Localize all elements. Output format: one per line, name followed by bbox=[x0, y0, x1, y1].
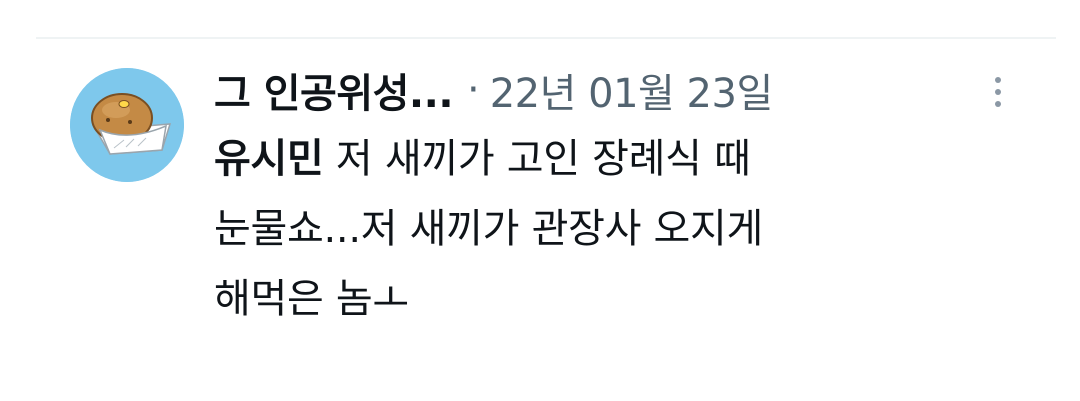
tweet-text-line-3: 해먹은 놈ㅗ bbox=[214, 276, 409, 322]
potato-character-avatar-icon bbox=[70, 68, 184, 182]
more-options-button[interactable] bbox=[982, 70, 1014, 114]
tweet-text-line-1-rest: 저 새끼가 고인 장례식 때 bbox=[323, 136, 751, 182]
tweet-text: 유시민 저 새끼가 고인 장례식 때 눈물쇼...저 새끼가 관장사 오지게 해… bbox=[214, 124, 974, 334]
more-vertical-icon-dot bbox=[995, 101, 1001, 107]
tweet-header: 그 인공위성... · 22년 01월 23일 bbox=[214, 60, 773, 120]
tweet-timestamp[interactable]: 22년 01월 23일 bbox=[490, 61, 774, 119]
tweet-text-line-1: 유시민 저 새끼가 고인 장례식 때 bbox=[214, 124, 974, 194]
tweet-text-bold-name: 유시민 bbox=[214, 136, 324, 182]
top-divider bbox=[36, 37, 1056, 39]
more-vertical-icon-dot bbox=[995, 89, 1001, 95]
more-vertical-icon bbox=[995, 77, 1001, 83]
header-separator: · bbox=[467, 67, 480, 113]
tweet-text-line-2: 눈물쇼...저 새끼가 관장사 오지게 bbox=[214, 206, 763, 252]
author-display-name[interactable]: 그 인공위성... bbox=[214, 61, 454, 119]
avatar[interactable] bbox=[70, 68, 184, 182]
